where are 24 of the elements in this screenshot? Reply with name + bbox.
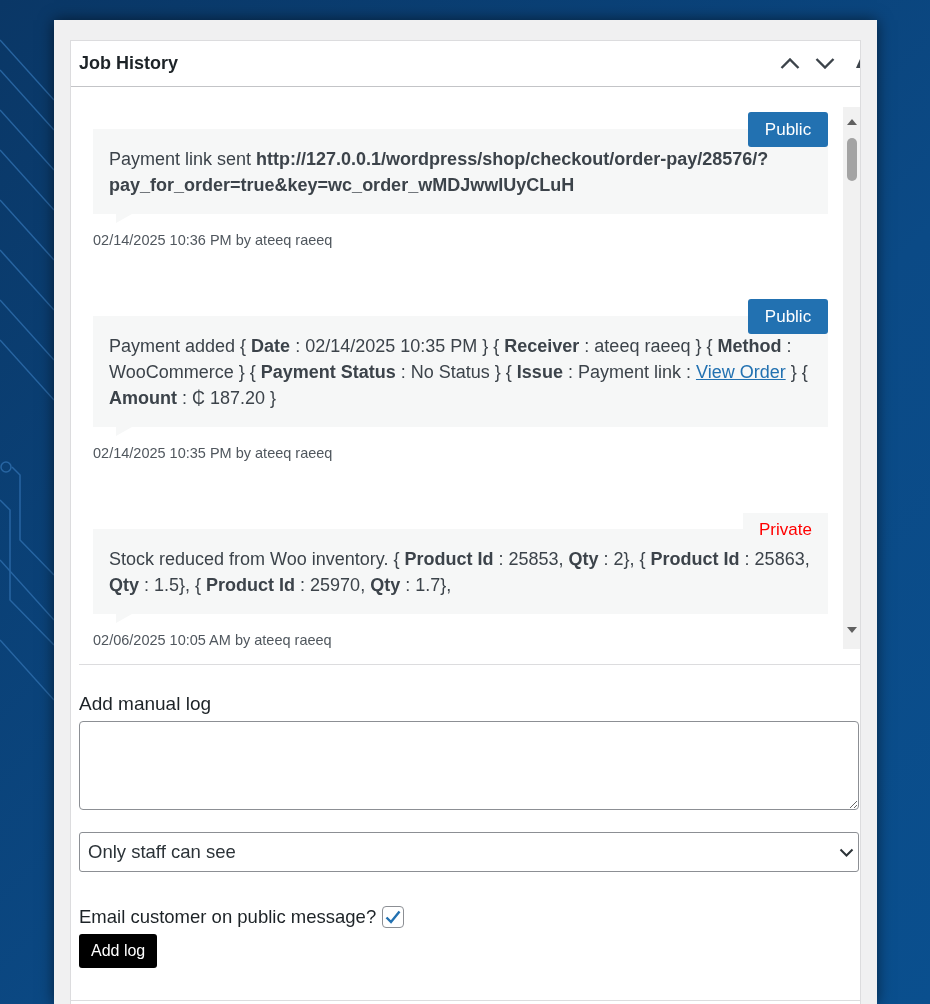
public-badge: Public xyxy=(748,112,828,147)
message-text: Payment added { Date : 02/14/2025 10:35 PM } { Receiver : ateeq raeeq } { Method : WooCommerce } { Payment Status : No Status } { Issue : Payment link : View Order } { Amount : ₵ 187.20 } xyxy=(109,335,809,410)
message-text: Stock reduced from Woo inventory. { Product Id : 25853, Qty : 2}, { Product Id : 25863, Qty : 1.5}, { Product Id : 25970, Qty : 1.7}, xyxy=(109,548,811,597)
email-customer-label: Email customer on public message? xyxy=(79,905,377,929)
scroll-up-arrow-icon[interactable] xyxy=(846,119,857,125)
public-badge: Public xyxy=(748,299,828,334)
scroll-down-arrow-icon[interactable] xyxy=(846,627,857,633)
message-meta: 02/14/2025 10:35 PM by ateeq raeeq xyxy=(93,445,334,462)
triangle-icon[interactable] xyxy=(856,59,860,68)
add-log-button[interactable]: Add log xyxy=(79,934,158,968)
scrollbar-thumb[interactable] xyxy=(846,138,857,181)
message-text: Payment link sent http://127.0.0.1/wordpress/shop/checkout/order-pay/28576/?pay_for_order=true&key=wc_order_wMDJwwIUyCLuH xyxy=(109,148,770,197)
manual-log-label: Add manual log xyxy=(79,692,213,716)
chevron-down-icon[interactable] xyxy=(815,58,835,69)
log-textarea[interactable] xyxy=(79,721,859,810)
message-meta: 02/14/2025 10:36 PM by ateeq raeeq xyxy=(93,232,334,249)
message-meta: 02/06/2025 10:05 AM by ateeq raeeq xyxy=(93,632,333,649)
email-customer-checkbox[interactable] xyxy=(382,906,405,928)
panel-title: Job History xyxy=(79,52,180,75)
view-order-link[interactable]: View Order xyxy=(695,362,786,382)
visibility-select[interactable]: Only staff can see xyxy=(79,832,859,872)
chevron-up-icon[interactable] xyxy=(780,58,800,69)
chevron-down-icon xyxy=(839,847,854,857)
checkmark-icon xyxy=(385,910,402,924)
